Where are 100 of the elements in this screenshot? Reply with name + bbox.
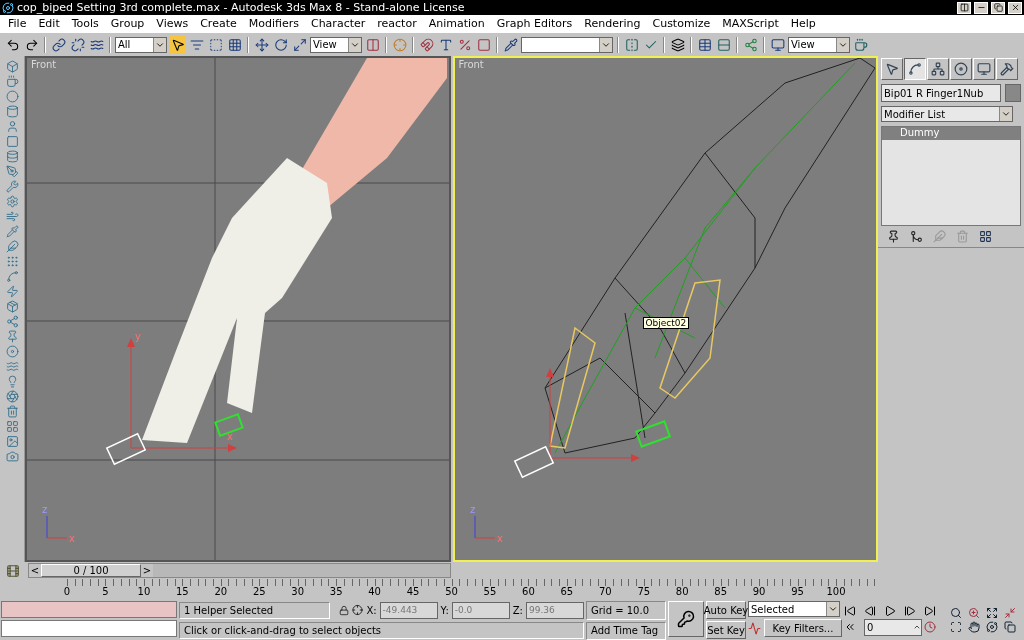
script-input-field[interactable] <box>1 620 177 637</box>
next-frame-button[interactable]: > <box>141 564 153 577</box>
pan-hand-icon[interactable] <box>968 621 980 633</box>
unlink-icon[interactable] <box>70 37 85 52</box>
menu-item[interactable]: File <box>2 17 33 30</box>
move-icon[interactable] <box>254 37 269 52</box>
table-icon[interactable] <box>697 37 712 52</box>
close-button[interactable] <box>1008 1 1022 14</box>
stack-item[interactable]: Dummy <box>882 127 1020 140</box>
marquee-icon[interactable] <box>208 37 223 52</box>
menu-item[interactable]: Rendering <box>578 17 647 30</box>
feather-icon[interactable] <box>5 240 19 253</box>
menu-item[interactable]: MAXScript <box>716 17 785 30</box>
time-slider-thumb[interactable]: 0 / 100 <box>41 564 141 577</box>
layers-icon[interactable] <box>670 37 685 52</box>
percent-icon[interactable] <box>457 37 472 52</box>
play-icon[interactable] <box>884 604 896 617</box>
modifier-list-dropdown[interactable]: Modifier List <box>881 106 1013 122</box>
menu-item[interactable]: Animation <box>422 17 491 30</box>
stack-icon[interactable] <box>5 150 19 163</box>
picture-icon[interactable] <box>5 435 19 448</box>
selection-filter-dropdown[interactable]: All <box>115 36 167 53</box>
undo-icon[interactable] <box>5 37 20 52</box>
next-frame-icon[interactable] <box>904 604 916 617</box>
go-to-start-icon[interactable] <box>844 604 856 617</box>
cube-icon[interactable] <box>5 60 19 73</box>
menu-item[interactable]: Graph Editors <box>490 17 579 30</box>
cylinder-icon[interactable] <box>5 105 19 118</box>
menu-item[interactable]: Customize <box>646 17 717 30</box>
named-selection-field[interactable] <box>521 36 613 53</box>
orbit-icon[interactable] <box>986 621 998 633</box>
layout-button[interactable] <box>957 1 971 14</box>
time-configuration-icon[interactable] <box>924 621 936 633</box>
grip-icon[interactable] <box>5 255 19 268</box>
figure-icon[interactable] <box>5 120 19 133</box>
film-icon[interactable] <box>6 563 20 578</box>
previous-frame-button[interactable]: < <box>29 564 41 577</box>
pin-icon[interactable] <box>887 230 900 243</box>
render-view-dropdown[interactable]: View <box>788 36 850 53</box>
menu-item[interactable]: Tools <box>65 17 105 30</box>
menu-item[interactable]: Modifiers <box>242 17 305 30</box>
pointer-icon[interactable] <box>170 37 185 52</box>
object-name-field[interactable]: Bip01 R Finger1Nub <box>881 84 1001 102</box>
frame-tick-label: 45 <box>406 586 420 597</box>
scale-icon[interactable] <box>292 37 307 52</box>
rows-icon[interactable] <box>716 37 731 52</box>
pipette-icon[interactable] <box>503 37 518 52</box>
box-icon[interactable] <box>5 135 19 148</box>
menu-item[interactable]: Character <box>304 17 372 30</box>
zoom-extents-icon[interactable] <box>986 607 998 619</box>
wave-icon[interactable] <box>89 37 104 52</box>
menu-item[interactable]: reactor <box>371 17 423 30</box>
spline-icon[interactable] <box>5 270 19 283</box>
frame-tick-label: 100 <box>826 586 846 597</box>
crosshair-icon[interactable] <box>352 604 364 616</box>
key-mode-dropdown[interactable]: Selected <box>748 601 840 617</box>
package-icon[interactable] <box>5 300 19 313</box>
region-zoom-icon[interactable] <box>950 621 962 633</box>
panel-tab[interactable] <box>904 58 926 80</box>
zoom-icon[interactable] <box>950 607 962 619</box>
columns-icon[interactable] <box>365 37 380 52</box>
viewport[interactable]: Front z x Object02 <box>452 56 878 562</box>
script-listener-field[interactable] <box>1 601 177 618</box>
menu-item[interactable]: Views <box>150 17 195 30</box>
menu-item[interactable]: Edit <box>32 17 66 30</box>
menu-item[interactable]: Help <box>784 17 822 30</box>
time-slider[interactable]: < 0 / 100 > <box>28 563 451 578</box>
menu-item[interactable]: Group <box>104 17 151 30</box>
restore-button[interactable] <box>991 1 1005 14</box>
nodes-icon[interactable] <box>5 315 19 328</box>
lock-icon[interactable] <box>339 604 350 616</box>
previous-frame-icon[interactable] <box>864 604 876 617</box>
zoom-all-icon[interactable] <box>968 607 980 619</box>
dotted-grid-icon[interactable] <box>227 37 242 52</box>
frame-tick-label: 35 <box>329 586 343 597</box>
link-icon[interactable] <box>51 37 66 52</box>
set-key-button[interactable]: Set Key <box>706 621 746 639</box>
current-frame-field[interactable]: 0 <box>864 618 922 636</box>
nodes-icon[interactable] <box>743 37 758 52</box>
auto-key-button[interactable]: Auto Key <box>706 601 746 619</box>
minimize-button[interactable] <box>974 1 988 14</box>
aperture-icon[interactable] <box>5 390 19 403</box>
reference-coordinate-dropdown[interactable]: View <box>310 36 362 53</box>
frame-tick-label: 85 <box>714 586 727 597</box>
bolt-icon[interactable] <box>5 285 19 298</box>
go-to-end-icon[interactable] <box>924 604 936 617</box>
object-color-swatch[interactable] <box>1005 84 1021 102</box>
frame-tick-label: 10 <box>137 586 151 597</box>
key-filters-button[interactable]: Key Filters... <box>764 619 842 637</box>
curve-icon[interactable] <box>748 621 761 635</box>
wind-icon[interactable] <box>5 210 19 223</box>
pen-icon[interactable] <box>5 165 19 178</box>
redo-icon[interactable] <box>24 37 39 52</box>
monitor-icon[interactable] <box>770 37 785 52</box>
bin-icon[interactable] <box>5 405 19 418</box>
add-time-tag-field[interactable]: Add Time Tag <box>586 621 666 640</box>
menu-item[interactable]: Create <box>194 17 243 30</box>
set-key-mode-button[interactable] <box>668 601 704 637</box>
rotate-icon[interactable] <box>273 37 288 52</box>
magnet-icon[interactable] <box>419 37 434 52</box>
